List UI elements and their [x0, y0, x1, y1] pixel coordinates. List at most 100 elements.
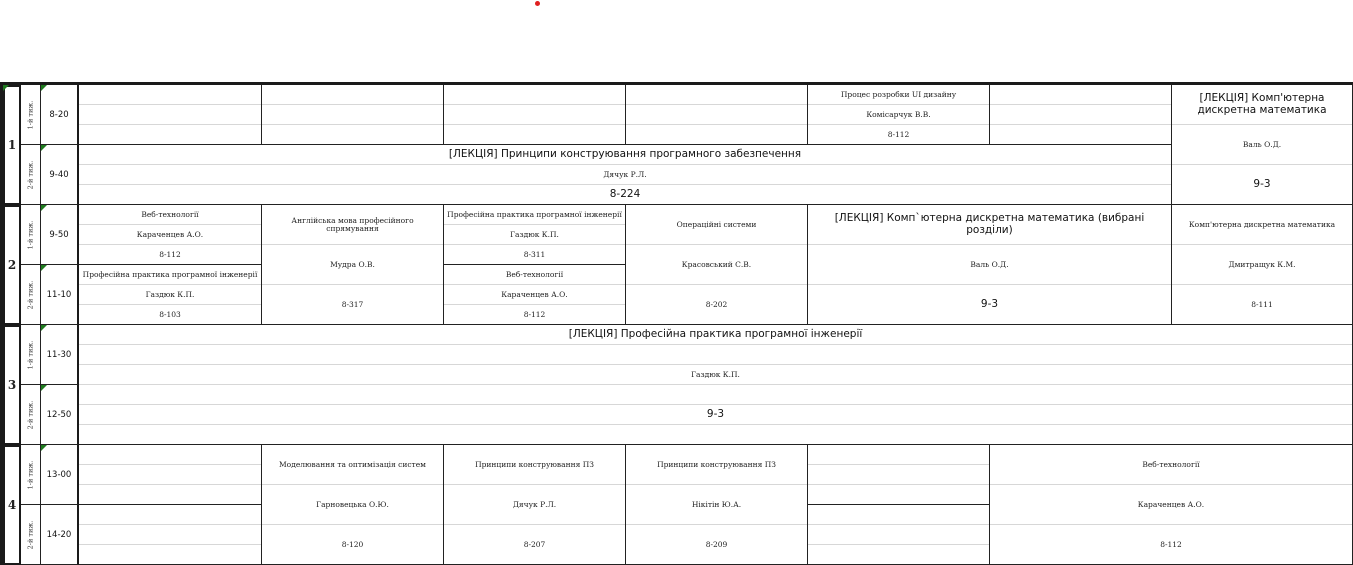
- subject: Веб-технології: [141, 209, 199, 219]
- time-slot: 12-50: [41, 385, 79, 445]
- teacher: Газдюк К.П.: [444, 224, 625, 244]
- room: 8-111: [1172, 284, 1352, 324]
- room: 8-112: [444, 304, 625, 324]
- time-slot: 8-20: [41, 85, 79, 145]
- week-label: 2-й тиж.: [21, 505, 41, 565]
- cell-marker-icon: [41, 265, 47, 271]
- week-label: 2-й тиж.: [21, 145, 41, 205]
- teacher: Красовський С.В.: [626, 244, 807, 284]
- empty-cell[interactable]: [444, 85, 626, 145]
- class-cell[interactable]: Принципи конструювання ПЗ Нікітін Ю.А. 8…: [626, 445, 808, 565]
- week-label: 1-й тиж.: [21, 85, 41, 145]
- room: 8-103: [79, 304, 261, 324]
- room: 8-317: [262, 284, 443, 324]
- teacher: Караченцев А.О.: [444, 284, 625, 304]
- cell-marker-icon: [41, 145, 47, 151]
- day-label-1: 1: [3, 85, 21, 205]
- week-label: 2-й тиж.: [21, 265, 41, 325]
- subject: Принципи конструювання ПЗ: [657, 459, 776, 469]
- cell-marker-icon: [41, 85, 47, 91]
- empty-cell[interactable]: [79, 505, 262, 565]
- class-cell[interactable]: Англійська мова професійного спрямування…: [262, 205, 444, 325]
- subject: Комп'ютерна дискретна математика: [1188, 219, 1336, 229]
- cell-marker-icon: [41, 325, 47, 331]
- subject: Операційні системи: [676, 219, 757, 229]
- class-cell[interactable]: Процес розробки UI дизайну Комісарчук В.…: [808, 85, 990, 145]
- class-cell-lecture[interactable]: [ЛЕКЦІЯ] Професійна практика програмної …: [79, 325, 1353, 445]
- class-cell[interactable]: Веб-технології Караченцев А.О. 8-112: [990, 445, 1353, 565]
- room: 8-224: [79, 184, 1171, 204]
- time-slot: 13-00: [41, 445, 79, 505]
- teacher: Дячук Р.Л.: [444, 484, 625, 524]
- empty-cell[interactable]: [626, 85, 808, 145]
- empty-cell[interactable]: [79, 445, 262, 505]
- subject: Веб-технології: [505, 269, 564, 279]
- time-slot: 14-20: [41, 505, 79, 565]
- class-cell[interactable]: Комп'ютерна дискретна математика Дмитращ…: [1172, 205, 1353, 325]
- cell-marker-icon: [3, 85, 9, 91]
- time-slot: 11-30: [41, 325, 79, 385]
- empty-cell[interactable]: [808, 445, 990, 505]
- room: 9-3: [808, 284, 1171, 324]
- room: 8-311: [444, 244, 625, 264]
- room: 9-3: [1172, 164, 1352, 204]
- week-label: 1-й тиж.: [21, 445, 41, 505]
- class-cell[interactable]: Операційні системи Красовський С.В. 8-20…: [626, 205, 808, 325]
- class-cell-lecture[interactable]: [ЛЕКЦІЯ] Комп`ютерна дискретна математик…: [808, 205, 1172, 325]
- room: 8-209: [626, 524, 807, 564]
- subject: Професійна практика програмної інженерії: [447, 209, 622, 219]
- teacher: Валь О.Д.: [1172, 124, 1352, 164]
- day-label-2: 2: [3, 205, 21, 325]
- class-cell[interactable]: Веб-технології Караченцев А.О. 8-112: [444, 265, 626, 325]
- teacher: Дмитращук К.М.: [1172, 244, 1352, 284]
- time-slot: 11-10: [41, 265, 79, 325]
- teacher: Комісарчук В.В.: [808, 104, 989, 124]
- class-cell[interactable]: Принципи конструювання ПЗ Дячук Р.Л. 8-2…: [444, 445, 626, 565]
- class-cell[interactable]: Професійна практика програмної інженерії…: [444, 205, 626, 265]
- empty-cell[interactable]: [262, 85, 444, 145]
- class-cell[interactable]: Веб-технології Караченцев А.О. 8-112: [79, 205, 262, 265]
- class-cell[interactable]: Моделювання та оптимізація систем Гарнов…: [262, 445, 444, 565]
- red-dot-marker: [535, 1, 540, 6]
- subject: [ЛЕКЦІЯ] Професійна практика програмної …: [568, 327, 863, 340]
- class-cell-lecture[interactable]: [ЛЕКЦІЯ] Комп'ютерна дискретна математик…: [1172, 85, 1353, 205]
- teacher: Гарновецька О.Ю.: [262, 484, 443, 524]
- room: 8-112: [808, 124, 989, 144]
- teacher: Газдюк К.П.: [79, 284, 261, 304]
- empty-cell[interactable]: [808, 505, 990, 565]
- teacher: Газдюк К.П.: [79, 364, 1352, 384]
- room: 8-202: [626, 284, 807, 324]
- cell-marker-icon: [41, 385, 47, 391]
- teacher: Дячук Р.Л.: [79, 164, 1171, 184]
- empty-cell[interactable]: [990, 85, 1172, 145]
- subject: [ЛЕКЦІЯ] Комп`ютерна дискретна математик…: [834, 212, 1145, 236]
- subject: Професійна практика програмної інженерії: [82, 269, 258, 279]
- room: 9-3: [79, 404, 1352, 424]
- teacher: Караченцев А.О.: [990, 484, 1352, 524]
- day-label-3: 3: [3, 325, 21, 445]
- week-label: 1-й тиж.: [21, 205, 41, 265]
- teacher: Валь О.Д.: [808, 244, 1171, 284]
- teacher: Мудра О.В.: [262, 244, 443, 284]
- empty-cell[interactable]: [79, 85, 262, 145]
- subject: Веб-технології: [1142, 459, 1200, 469]
- week-label: 1-й тиж.: [21, 325, 41, 385]
- subject: Принципи конструювання ПЗ: [475, 459, 594, 469]
- class-cell-lecture[interactable]: [ЛЕКЦІЯ] Принципи конструювання програмн…: [79, 145, 1172, 205]
- subject: Процес розробки UI дизайну: [840, 89, 957, 99]
- room: 8-112: [990, 524, 1352, 564]
- time-slot: 9-50: [41, 205, 79, 265]
- room: 8-207: [444, 524, 625, 564]
- class-cell[interactable]: Професійна практика програмної інженерії…: [79, 265, 262, 325]
- cell-marker-icon: [41, 205, 47, 211]
- week-label: 2-й тиж.: [21, 385, 41, 445]
- teacher: Нікітін Ю.А.: [626, 484, 807, 524]
- cell-marker-icon: [41, 445, 47, 451]
- time-slot: 9-40: [41, 145, 79, 205]
- room: 8-112: [79, 244, 261, 264]
- subject: [ЛЕКЦІЯ] Принципи конструювання програмн…: [448, 147, 802, 160]
- subject: [ЛЕКЦІЯ] Комп'ютерна дискретна математик…: [1197, 92, 1327, 116]
- subject: Англійська мова професійного спрямування: [291, 215, 414, 233]
- subject: Моделювання та оптимізація систем: [279, 459, 426, 469]
- teacher: Караченцев А.О.: [79, 224, 261, 244]
